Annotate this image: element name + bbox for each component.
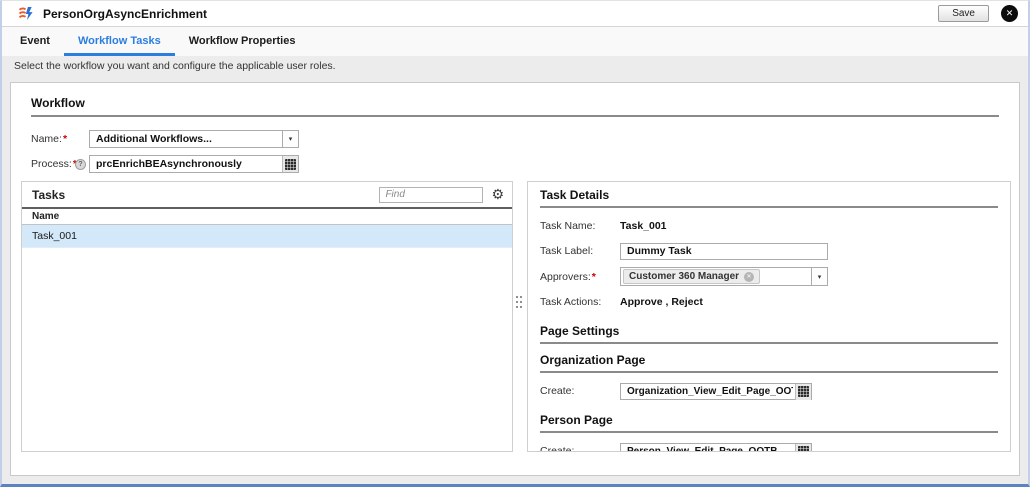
workflow-name-label: Name:* xyxy=(31,133,89,145)
app-window: PersonOrgAsyncEnrichment Save ✕ Event Wo… xyxy=(0,0,1030,487)
task-name-row: Task Name: Task_001 xyxy=(540,217,998,235)
workflow-section-heading: Workflow xyxy=(31,96,85,110)
panel-splitter-handle[interactable] xyxy=(516,296,523,312)
required-marker: * xyxy=(62,133,68,145)
task-label-label: Task Label: xyxy=(540,245,594,257)
find-input[interactable] xyxy=(379,186,484,203)
approver-chip: Customer 360 Manager ✕ xyxy=(623,269,761,284)
main-card: Workflow Name:* Additional Workflows... … xyxy=(10,82,1020,476)
object-picker-icon[interactable] xyxy=(282,156,298,172)
person-create-input[interactable] xyxy=(620,442,812,451)
tasks-column-header-name: Name xyxy=(22,207,512,225)
close-icon[interactable]: ✕ xyxy=(1001,5,1018,22)
approvers-combobox[interactable]: Customer 360 Manager ✕ ▾ xyxy=(620,267,828,286)
task-details-panel: Task Details Task Name: Task_001 Task La… xyxy=(527,181,1011,452)
approver-chip-label: Customer 360 Manager xyxy=(629,271,740,282)
approvers-row: Approvers:* Customer 360 Manager ✕ ▾ xyxy=(540,267,998,286)
organization-page-heading: Organization Page xyxy=(540,353,646,367)
content-area: Workflow Name:* Additional Workflows... … xyxy=(2,77,1028,484)
save-button[interactable]: Save xyxy=(938,5,989,22)
grip-dots-icon xyxy=(516,296,518,298)
workflow-process-label: Process:* xyxy=(31,158,77,170)
object-picker-glyph xyxy=(798,446,809,451)
chevron-down-icon[interactable]: ▾ xyxy=(282,131,298,147)
window-header: PersonOrgAsyncEnrichment Save ✕ xyxy=(2,1,1028,27)
object-picker-glyph xyxy=(798,386,809,397)
workflow-process-field xyxy=(89,155,299,173)
tab-bar: Event Workflow Tasks Workflow Properties xyxy=(2,27,1028,56)
page-title: PersonOrgAsyncEnrichment xyxy=(43,6,208,21)
task-actions-row: Task Actions: Approve , Reject xyxy=(540,293,998,311)
organization-page-rule xyxy=(540,371,998,373)
page-settings-heading: Page Settings xyxy=(540,324,620,338)
gear-icon[interactable]: ⚙ xyxy=(491,188,504,202)
chip-remove-icon[interactable]: ✕ xyxy=(744,271,755,282)
organization-create-label: Create: xyxy=(540,385,575,397)
tab-workflow-properties[interactable]: Workflow Properties xyxy=(175,27,310,56)
task-label-row: Task Label: xyxy=(540,242,998,260)
task-actions-value: Approve , Reject xyxy=(620,296,703,308)
required-marker: * xyxy=(591,270,596,283)
chevron-down-icon[interactable]: ▾ xyxy=(811,268,827,285)
tasks-heading: Tasks xyxy=(32,187,66,202)
person-create-label: Create: xyxy=(540,445,575,452)
task-label-input[interactable] xyxy=(620,242,828,260)
person-page-rule xyxy=(540,431,998,433)
workflow-section-rule xyxy=(31,115,999,117)
task-name-label: Task Name: xyxy=(540,220,596,232)
table-row-task-001[interactable]: Task_001 xyxy=(22,225,512,248)
workflow-process-input[interactable] xyxy=(89,155,299,173)
workflow-name-dropdown[interactable]: Additional Workflows... ▾ xyxy=(89,130,299,148)
task-details-rule xyxy=(540,206,998,208)
help-icon[interactable]: ? xyxy=(75,158,86,170)
task-details-heading: Task Details xyxy=(540,188,610,202)
organization-create-row: Create: xyxy=(540,382,998,400)
page-settings-rule xyxy=(540,342,998,344)
object-picker-glyph xyxy=(285,158,296,170)
approvers-label-text: Approvers: xyxy=(540,270,591,283)
tasks-panel-header: Tasks ⚙ xyxy=(22,182,512,207)
task-actions-label: Task Actions: xyxy=(540,296,602,308)
workflow-process-label-text: Process: xyxy=(31,158,72,170)
person-page-heading: Person Page xyxy=(540,413,613,427)
person-create-row: Create: xyxy=(540,442,998,452)
approvers-label: Approvers:* xyxy=(540,271,620,283)
object-picker-icon[interactable] xyxy=(795,443,811,451)
organization-create-input[interactable] xyxy=(620,382,812,400)
task-name-value: Task_001 xyxy=(620,220,667,232)
workflow-name-value: Additional Workflows... xyxy=(96,133,212,145)
workflow-process-row: Process:* ? xyxy=(31,155,1019,173)
organization-create-field xyxy=(620,382,812,400)
tab-workflow-tasks[interactable]: Workflow Tasks xyxy=(63,27,175,56)
person-create-field xyxy=(620,442,812,451)
tab-event[interactable]: Event xyxy=(6,27,64,56)
object-picker-icon[interactable] xyxy=(795,383,811,400)
informatica-logo-icon xyxy=(18,6,33,21)
page-description: Select the workflow you want and configu… xyxy=(2,56,1028,77)
task-label-field xyxy=(620,242,828,260)
workflow-name-label-text: Name: xyxy=(31,133,62,145)
tasks-panel: Tasks ⚙ Name Task_001 xyxy=(21,181,513,452)
workflow-name-row: Name:* Additional Workflows... ▾ xyxy=(31,130,1019,148)
